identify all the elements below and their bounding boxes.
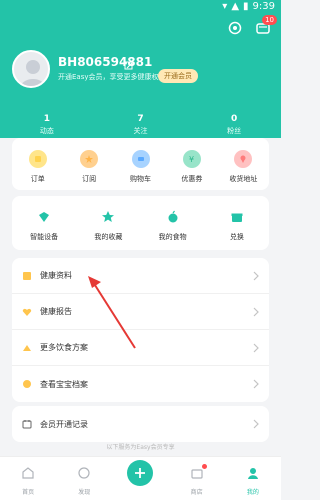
tab-label: 商店 [190, 489, 203, 496]
vip-tagline: 开通Easy会员，享受更多健康权益 [58, 73, 166, 81]
stat-value: 7 [137, 114, 144, 124]
open-vip-button[interactable]: 开通会员 [158, 69, 198, 83]
status-bar: ▾ ▲ ▮ 9:39 [0, 0, 281, 14]
chevron-right-icon [253, 271, 259, 281]
status-icons: ▾ ▲ ▮ 9:39 [222, 1, 275, 12]
row-label: 健康报告 [40, 307, 72, 316]
gift-icon [228, 208, 246, 226]
coupon-icon: ¥ [182, 150, 201, 168]
row-label: 会员开通记录 [40, 419, 88, 429]
message-icon[interactable]: 10 [255, 15, 277, 36]
grid-label: 优惠券 [181, 175, 203, 183]
grid-label: 我的食物 [158, 233, 187, 241]
star-icon [99, 208, 117, 226]
chevron-right-icon [253, 379, 259, 389]
tab-label: 首页 [22, 489, 35, 496]
tab-mine[interactable]: 我的 [225, 466, 281, 496]
tab-add[interactable] [112, 460, 168, 496]
services-card: 智能设备 我的收藏 我的食物 兑换 [12, 196, 269, 250]
grid-item-subscription[interactable]: 订阅 [63, 150, 114, 184]
diet-icon [23, 344, 31, 351]
order-icon [28, 150, 47, 168]
grid-item-my-food[interactable]: 我的食物 [147, 208, 199, 242]
location-icon [234, 150, 253, 168]
grid-label: 订阅 [82, 175, 97, 183]
grid-label: 兑换 [229, 233, 244, 241]
grid-label: 订单 [30, 175, 45, 183]
edit-icon[interactable] [124, 56, 134, 70]
baby-profile-row[interactable]: 查看宝宝档案 [12, 366, 269, 402]
stat-value: 0 [231, 114, 238, 124]
grid-label: 我的收藏 [94, 233, 123, 241]
avatar[interactable] [12, 50, 50, 88]
orders-card: 订单 订阅 购物车 ¥ 优惠券 收货地址 [12, 138, 269, 190]
battery-icon: ▮ [243, 1, 249, 12]
orders-grid: 订单 订阅 购物车 ¥ 优惠券 收货地址 [12, 138, 269, 184]
svg-text:¥: ¥ [189, 155, 194, 164]
vip-record-row[interactable]: 会员开通记录 [12, 406, 269, 442]
stat-label: 粉丝 [227, 127, 242, 135]
tab-label: 我的 [246, 489, 259, 496]
calendar-icon [22, 420, 32, 429]
grid-label: 购物车 [130, 175, 152, 183]
grid-item-orders[interactable]: 订单 [12, 150, 63, 184]
grid-item-coupons[interactable]: ¥ 优惠券 [166, 150, 217, 184]
profile-header: 10 BH806594881 开通Easy会员，享受更多健康权益 开通会员 1 … [0, 14, 281, 138]
tab-label: 发现 [78, 489, 91, 496]
cart-icon [131, 150, 150, 168]
home-icon [22, 467, 34, 479]
grid-item-devices[interactable]: 智能设备 [18, 208, 70, 242]
heart-icon [22, 308, 32, 316]
bottom-tab-bar: 首页 发现 商店 我的 [0, 456, 281, 500]
stat-value: 1 [43, 114, 50, 124]
new-dot [201, 464, 207, 469]
grid-label: 收货地址 [229, 175, 258, 183]
food-icon [164, 208, 182, 226]
username: BH806594881 [58, 55, 153, 69]
store-icon [191, 469, 203, 479]
vip-only-divider: 以下服务为Easy会员专享 [106, 444, 175, 451]
stat-label: 关注 [133, 127, 148, 135]
settings-icon[interactable] [227, 20, 243, 36]
grid-item-cart[interactable]: 购物车 [115, 150, 166, 184]
row-label: 查看宝宝档案 [40, 379, 88, 389]
notification-badge: 10 [262, 15, 277, 25]
device-icon [35, 208, 53, 226]
signal-icon: ▲ [231, 1, 240, 12]
plus-icon [135, 468, 146, 478]
wifi-icon: ▾ [222, 1, 228, 12]
stat-label: 动态 [39, 127, 54, 135]
baby-icon [23, 380, 31, 388]
grid-item-favorites[interactable]: 我的收藏 [82, 208, 134, 242]
discover-icon [78, 467, 90, 479]
grid-item-redeem[interactable]: 兑换 [211, 208, 263, 242]
tab-discover[interactable]: 发现 [56, 466, 112, 496]
chevron-right-icon [253, 419, 259, 429]
status-time: 9:39 [252, 1, 275, 12]
vip-record-card: 会员开通记录 [12, 406, 269, 442]
add-button[interactable] [127, 460, 154, 486]
services-grid: 智能设备 我的收藏 我的食物 兑换 [12, 196, 269, 242]
subscription-icon [80, 150, 99, 168]
mine-icon [247, 468, 258, 479]
grid-item-address[interactable]: 收货地址 [218, 150, 269, 184]
tab-store[interactable]: 商店 [169, 464, 225, 496]
grid-label: 智能设备 [30, 233, 59, 241]
top-icons: 10 [227, 15, 277, 36]
chevron-right-icon [253, 343, 259, 353]
chevron-right-icon [253, 307, 259, 317]
document-icon [23, 271, 31, 280]
annotation-arrow [88, 276, 136, 349]
row-label: 更多饮食方案 [40, 343, 88, 352]
row-label: 健康资料 [40, 271, 72, 280]
tab-home[interactable]: 首页 [0, 466, 56, 496]
